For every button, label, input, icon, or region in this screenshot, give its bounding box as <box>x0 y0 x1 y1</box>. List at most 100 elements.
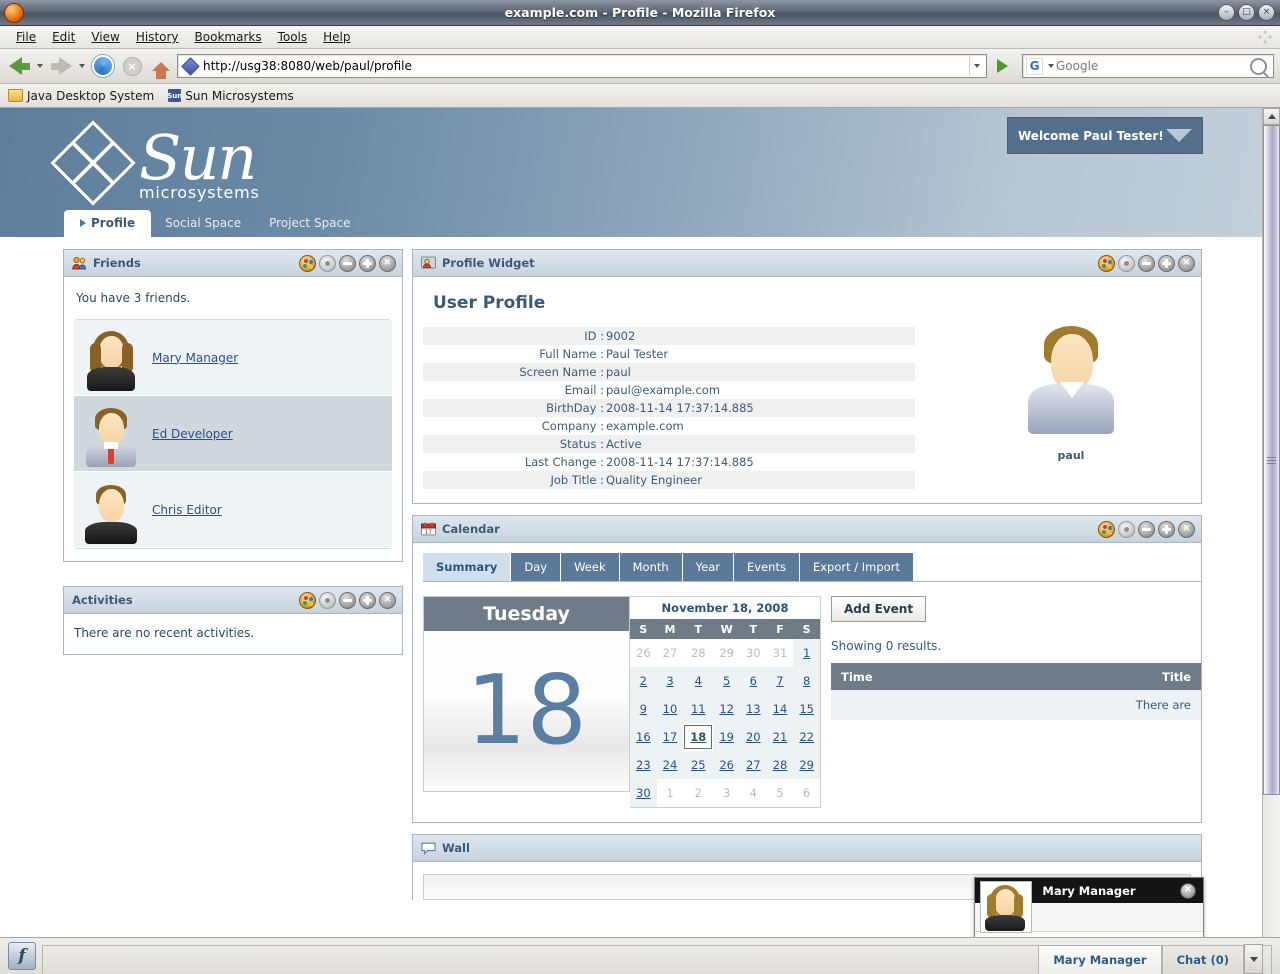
calendar-day[interactable]: 28 <box>766 751 794 779</box>
minimize-icon[interactable] <box>339 591 356 609</box>
calendar-day[interactable]: 1 <box>793 639 820 667</box>
calendar-tab-month[interactable]: Month <box>619 553 683 581</box>
minimize-icon[interactable] <box>1138 520 1155 538</box>
url-dropdown-button[interactable] <box>969 56 984 76</box>
calendar-day-link[interactable]: 19 <box>719 730 734 744</box>
minimize-icon[interactable] <box>339 254 356 272</box>
calendar-day-link[interactable]: 28 <box>773 758 788 772</box>
calendar-day[interactable]: 30 <box>630 779 657 807</box>
gear-icon[interactable] <box>1118 520 1135 538</box>
calendar-day[interactable]: 19 <box>713 723 740 751</box>
sun-logo[interactable]: Sun microsystems <box>50 120 260 206</box>
back-button[interactable] <box>6 53 32 79</box>
calendar-day[interactable]: 8 <box>793 667 820 695</box>
calendar-day-link[interactable]: 25 <box>691 758 706 772</box>
calendar-day[interactable]: 2 <box>630 667 657 695</box>
menu-bookmarks[interactable]: Bookmarks <box>187 28 270 46</box>
friend-list-item[interactable]: Chris Editor <box>74 472 392 548</box>
calendar-day[interactable]: 20 <box>739 723 767 751</box>
calendar-day-link[interactable]: 15 <box>799 702 814 716</box>
calendar-day[interactable]: 25 <box>683 751 714 779</box>
reload-button[interactable] <box>90 53 116 79</box>
stop-button[interactable]: × <box>119 53 145 79</box>
palette-icon[interactable] <box>299 254 316 272</box>
calendar-day-link[interactable]: 30 <box>636 786 651 800</box>
calendar-day-link[interactable]: 13 <box>746 702 761 716</box>
home-button[interactable] <box>148 53 174 79</box>
tab-social-space[interactable]: Social Space <box>151 210 255 237</box>
calendar-day[interactable]: 21 <box>766 723 794 751</box>
calendar-day-link[interactable]: 16 <box>636 730 651 744</box>
calendar-day-link[interactable]: 24 <box>663 758 678 772</box>
maximize-icon[interactable] <box>359 591 376 609</box>
calendar-day[interactable]: 7 <box>766 667 794 695</box>
calendar-tab-events[interactable]: Events <box>734 553 800 581</box>
friend-list-item[interactable]: Mary Manager <box>74 320 392 396</box>
palette-icon[interactable] <box>1098 520 1115 538</box>
add-event-button[interactable]: Add Event <box>831 596 927 622</box>
calendar-day[interactable]: 26 <box>713 751 740 779</box>
calendar-day-link[interactable]: 6 <box>750 674 757 688</box>
close-icon[interactable]: × <box>379 591 396 609</box>
calendar-day-link[interactable]: 10 <box>663 702 678 716</box>
calendar-day[interactable]: 14 <box>766 695 794 723</box>
bookmark-java-desktop-system[interactable]: Java Desktop System <box>8 89 154 103</box>
friend-link[interactable]: Mary Manager <box>152 351 238 365</box>
calendar-day[interactable]: 11 <box>683 695 714 723</box>
close-icon[interactable]: × <box>1178 520 1195 538</box>
friend-link[interactable]: Ed Developer <box>152 427 233 441</box>
back-dropdown-caret-icon[interactable] <box>37 64 43 68</box>
calendar-day-link[interactable]: 3 <box>666 674 673 688</box>
search-engine-caret-icon[interactable] <box>1048 64 1054 68</box>
calendar-day[interactable]: 5 <box>713 667 740 695</box>
calendar-day[interactable]: 24 <box>656 751 684 779</box>
calendar-day-link[interactable]: 27 <box>746 758 761 772</box>
calendar-day[interactable]: 13 <box>739 695 767 723</box>
search-icon[interactable] <box>1250 57 1267 75</box>
maximize-icon[interactable] <box>359 254 376 272</box>
tab-project-space[interactable]: Project Space <box>255 210 364 237</box>
close-window-button[interactable]: × <box>1258 4 1275 21</box>
calendar-tab-summary[interactable]: Summary <box>423 553 512 581</box>
calendar-day-today[interactable]: 18 <box>683 723 714 751</box>
palette-icon[interactable] <box>299 591 316 609</box>
calendar-tab-week[interactable]: Week <box>561 553 620 581</box>
calendar-day-link[interactable]: 8 <box>803 674 810 688</box>
calendar-day[interactable]: 12 <box>713 695 740 723</box>
calendar-day-link[interactable]: 26 <box>719 758 734 772</box>
calendar-day-link[interactable]: 12 <box>719 702 734 716</box>
gear-icon[interactable] <box>319 591 336 609</box>
calendar-day[interactable]: 3 <box>656 667 684 695</box>
close-icon[interactable]: × <box>379 254 396 272</box>
tab-profile[interactable]: Profile <box>64 210 152 237</box>
menu-view[interactable]: View <box>83 28 127 46</box>
url-bar[interactable]: http://usg38:8080/web/paul/profile <box>177 54 987 78</box>
forward-button[interactable] <box>48 53 74 79</box>
calendar-day[interactable]: 4 <box>683 667 714 695</box>
minimize-icon[interactable] <box>1138 254 1155 272</box>
friend-list-item[interactable]: Ed Developer <box>74 396 392 472</box>
calendar-tab-export-import[interactable]: Export / Import <box>799 553 914 581</box>
forward-dropdown-caret-icon[interactable] <box>79 64 85 68</box>
palette-icon[interactable] <box>1098 254 1115 272</box>
scrollbar-thumb[interactable] <box>1263 125 1280 795</box>
calendar-day-link[interactable]: 22 <box>799 730 814 744</box>
calendar-day[interactable]: 22 <box>793 723 820 751</box>
calendar-day[interactable]: 10 <box>656 695 684 723</box>
calendar-day[interactable]: 6 <box>739 667 767 695</box>
gear-icon[interactable] <box>319 254 336 272</box>
go-button[interactable] <box>990 54 1014 78</box>
column-header-title[interactable]: Title <box>1002 663 1201 690</box>
calendar-day-link[interactable]: 20 <box>746 730 761 744</box>
menu-history[interactable]: History <box>128 28 187 46</box>
calendar-day[interactable]: 23 <box>630 751 657 779</box>
chat-bar-tab-chat[interactable]: Chat (0) <box>1161 945 1244 974</box>
menu-tools[interactable]: Tools <box>270 28 316 46</box>
column-header-time[interactable]: Time <box>831 663 1003 690</box>
bookmark-sun-microsystems[interactable]: Sun Sun Microsystems <box>167 89 294 103</box>
calendar-day[interactable]: 15 <box>793 695 820 723</box>
friend-link[interactable]: Chris Editor <box>152 503 222 517</box>
search-bar[interactable]: G Google <box>1022 54 1274 78</box>
menu-help[interactable]: Help <box>315 28 358 46</box>
calendar-day-link[interactable]: 5 <box>723 674 730 688</box>
